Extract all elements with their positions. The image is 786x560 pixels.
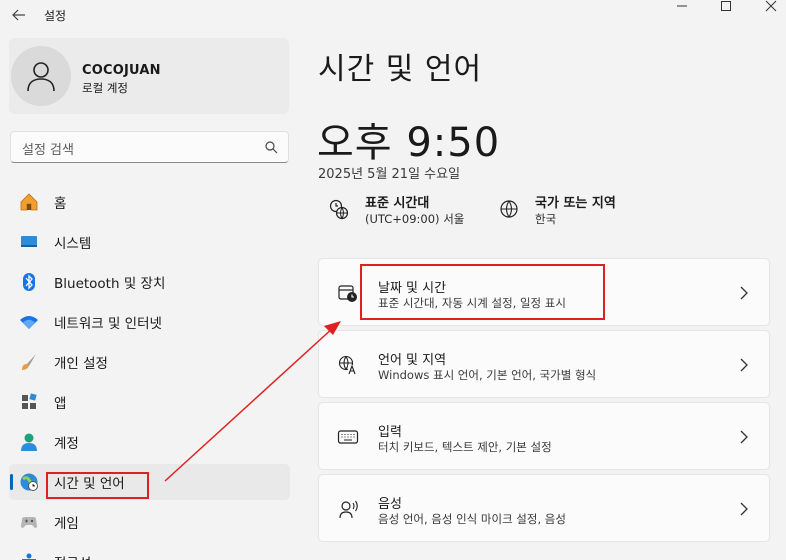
- sidebar-item-accessibility[interactable]: 접근성: [9, 544, 290, 560]
- chevron-right-icon: [739, 502, 749, 516]
- back-arrow-icon[interactable]: [10, 6, 28, 24]
- gamepad-icon: [19, 512, 39, 532]
- sidebar-item-label: 개인 설정: [54, 356, 108, 372]
- language-icon: [337, 354, 359, 376]
- globe-clock-icon: [328, 198, 350, 220]
- current-time: 오후 9:50: [317, 120, 501, 166]
- maximize-button[interactable]: [703, 0, 749, 12]
- sidebar-item-label: 시스템: [54, 236, 92, 252]
- sidebar-item-label: Bluetooth 및 장치: [54, 276, 166, 292]
- region-title: 국가 또는 지역: [535, 196, 616, 211]
- apps-icon: [19, 392, 39, 412]
- chevron-right-icon: [739, 430, 749, 444]
- avatar: [11, 46, 71, 106]
- sidebar-item-label: 앱: [54, 396, 67, 412]
- card-speech[interactable]: 음성 음성 언어, 음성 인식 마이크 설정, 음성: [318, 474, 770, 542]
- time-language-icon: [19, 472, 39, 492]
- bluetooth-icon: [19, 272, 39, 292]
- user-profile-card[interactable]: COCOJUAN 로컬 계정: [9, 38, 289, 114]
- sidebar-item-label: 네트워크 및 인터넷: [54, 316, 162, 332]
- system-icon: [19, 232, 39, 252]
- search-input[interactable]: 설정 검색: [10, 131, 289, 163]
- sidebar-item-label: 계정: [54, 436, 79, 452]
- timezone-title: 표준 시간대: [365, 196, 430, 211]
- close-button[interactable]: [748, 0, 786, 12]
- wifi-icon: [19, 312, 39, 332]
- keyboard-icon: [337, 426, 359, 448]
- calendar-clock-icon: [337, 282, 359, 304]
- chevron-right-icon: [739, 286, 749, 300]
- page-title: 시간 및 언어: [318, 52, 483, 87]
- sidebar-item-system[interactable]: 시스템: [9, 224, 290, 260]
- chevron-right-icon: [739, 358, 749, 372]
- card-typing[interactable]: 입력 터치 키보드, 텍스트 제안, 기본 설정: [318, 402, 770, 470]
- home-icon: [19, 192, 39, 212]
- selection-indicator: [10, 474, 13, 490]
- profile-name: COCOJUAN: [82, 63, 161, 78]
- accessibility-icon: [19, 552, 39, 560]
- card-title: 입력: [378, 425, 402, 440]
- profile-account-type: 로컬 계정: [82, 81, 128, 95]
- sidebar-nav: 홈 시스템 Bluetooth 및 장치 네트워크 및 인터넷 개인 설정 앱: [9, 184, 290, 560]
- account-icon: [19, 432, 39, 452]
- card-title: 음성: [378, 497, 402, 512]
- region-value: 한국: [535, 212, 557, 226]
- sidebar-item-label: 게임: [54, 516, 79, 532]
- sidebar-item-network[interactable]: 네트워크 및 인터넷: [9, 304, 290, 340]
- sidebar-item-personalization[interactable]: 개인 설정: [9, 344, 290, 380]
- search-placeholder: 설정 검색: [22, 143, 74, 158]
- sidebar-item-label: 홈: [54, 196, 67, 212]
- card-title: 언어 및 지역: [378, 353, 447, 368]
- brush-icon: [19, 352, 39, 372]
- globe-icon: [498, 198, 520, 220]
- sidebar-item-apps[interactable]: 앱: [9, 384, 290, 420]
- card-subtitle: Windows 표시 언어, 기본 언어, 국가별 형식: [378, 368, 597, 382]
- sidebar-item-accounts[interactable]: 계정: [9, 424, 290, 460]
- annotation-highlight-sidebar: [46, 472, 149, 499]
- card-subtitle: 음성 언어, 음성 인식 마이크 설정, 음성: [378, 512, 566, 526]
- current-date: 2025년 5월 21일 수요일: [318, 167, 461, 182]
- window-title: 설정: [44, 9, 67, 23]
- sidebar-item-gaming[interactable]: 게임: [9, 504, 290, 540]
- annotation-highlight-card: [360, 264, 605, 320]
- timezone-value: (UTC+09:00) 서울: [365, 212, 465, 226]
- person-icon: [27, 62, 55, 92]
- search-icon: [264, 140, 278, 154]
- sidebar-item-home[interactable]: 홈: [9, 184, 290, 220]
- speech-icon: [337, 498, 359, 520]
- sidebar-item-bluetooth[interactable]: Bluetooth 및 장치: [9, 264, 290, 300]
- card-subtitle: 터치 키보드, 텍스트 제안, 기본 설정: [378, 440, 552, 454]
- card-language-region[interactable]: 언어 및 지역 Windows 표시 언어, 기본 언어, 국가별 형식: [318, 330, 770, 398]
- sidebar-item-label: 접근성: [54, 552, 91, 560]
- minimize-button[interactable]: [659, 0, 705, 12]
- title-bar: 설정: [0, 0, 786, 32]
